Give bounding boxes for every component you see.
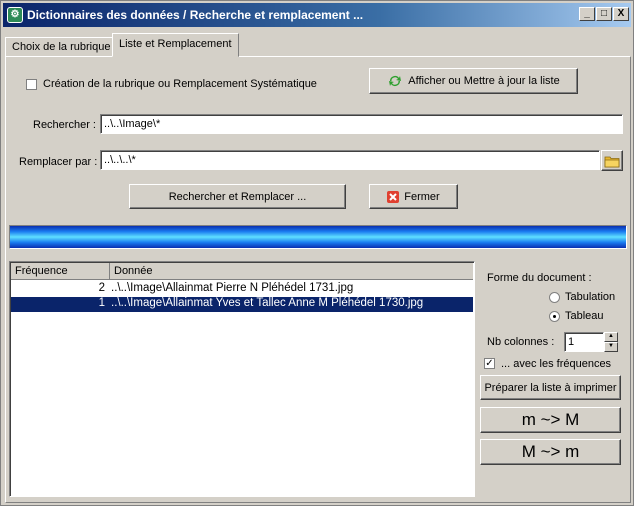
list-row-selected[interactable]: 1 ..\..\Image\Allainmat Yves et Tallec A… bbox=[11, 297, 473, 312]
radio-tabulation[interactable] bbox=[549, 292, 560, 303]
title-bar[interactable]: ⚙ Dictionnaires des données / Recherche … bbox=[3, 3, 631, 27]
nb-columns-stepper[interactable]: ▲ ▼ bbox=[604, 332, 618, 352]
app-icon: ⚙ bbox=[7, 7, 23, 23]
creation-checkbox[interactable] bbox=[26, 79, 37, 90]
progress-bar bbox=[9, 225, 627, 249]
row-frequency: 2 bbox=[98, 282, 105, 294]
list-header: Fréquence Donnée bbox=[11, 263, 473, 280]
upper-to-lower-button[interactable]: M ~> m bbox=[480, 439, 621, 465]
maximize-button[interactable]: □ bbox=[596, 7, 612, 21]
refresh-list-label: Afficher ou Mettre à jour la liste bbox=[408, 75, 560, 87]
column-header-donnee[interactable]: Donnée bbox=[110, 263, 473, 280]
row-frequency: 1 bbox=[98, 297, 105, 309]
row-data: ..\..\Image\Allainmat Yves et Tallec Ann… bbox=[111, 297, 424, 309]
radio-tabulation-label: Tabulation bbox=[565, 291, 616, 303]
search-replace-button[interactable]: Rechercher et Remplacer ... bbox=[129, 184, 346, 209]
close-x-icon bbox=[387, 190, 400, 203]
row-data: ..\..\Image\Allainmat Pierre N Pléhédel … bbox=[111, 282, 354, 294]
close-button[interactable]: X bbox=[613, 7, 629, 21]
main-window: ⚙ Dictionnaires des données / Recherche … bbox=[0, 0, 634, 506]
refresh-icon bbox=[389, 76, 402, 86]
creation-checkbox-label: Création de la rubrique ou Remplacement … bbox=[43, 78, 317, 90]
fermer-button[interactable]: Fermer bbox=[369, 184, 458, 209]
radio-tableau[interactable] bbox=[549, 311, 560, 322]
column-header-frequence[interactable]: Fréquence bbox=[11, 263, 110, 280]
tab-choix-rubrique[interactable]: Choix de la rubrique bbox=[5, 37, 118, 57]
nb-columns-input[interactable] bbox=[564, 332, 604, 352]
spin-up-icon[interactable]: ▲ bbox=[604, 332, 618, 342]
spin-down-icon[interactable]: ▼ bbox=[604, 342, 618, 352]
with-frequencies-checkbox[interactable]: ✓ bbox=[484, 358, 495, 369]
refresh-list-button[interactable]: Afficher ou Mettre à jour la liste bbox=[369, 68, 578, 94]
with-frequencies-label: ... avec les fréquences bbox=[501, 358, 612, 370]
search-input[interactable] bbox=[100, 114, 623, 134]
nb-columns-label: Nb colonnes : bbox=[487, 336, 555, 348]
replace-input[interactable] bbox=[100, 150, 600, 170]
browse-folder-button[interactable] bbox=[601, 150, 623, 171]
document-form-label: Forme du document : bbox=[487, 272, 592, 284]
search-label: Rechercher : bbox=[33, 119, 96, 131]
fermer-label: Fermer bbox=[404, 190, 440, 203]
prepare-print-button[interactable]: Préparer la liste à imprimer bbox=[480, 375, 621, 400]
results-list[interactable]: Fréquence Donnée 2 ..\..\Image\Allainmat… bbox=[9, 261, 475, 497]
window-title: Dictionnaires des données / Recherche et… bbox=[27, 8, 364, 22]
folder-icon bbox=[604, 156, 620, 167]
list-row[interactable]: 2 ..\..\Image\Allainmat Pierre N Pléhéde… bbox=[11, 282, 473, 297]
radio-tableau-label: Tableau bbox=[565, 310, 604, 322]
replace-label: Remplacer par : bbox=[19, 156, 98, 168]
tab-liste-remplacement[interactable]: Liste et Remplacement bbox=[112, 33, 239, 57]
lower-to-upper-button[interactable]: m ~> M bbox=[480, 407, 621, 433]
minimize-button[interactable]: _ bbox=[579, 7, 595, 21]
